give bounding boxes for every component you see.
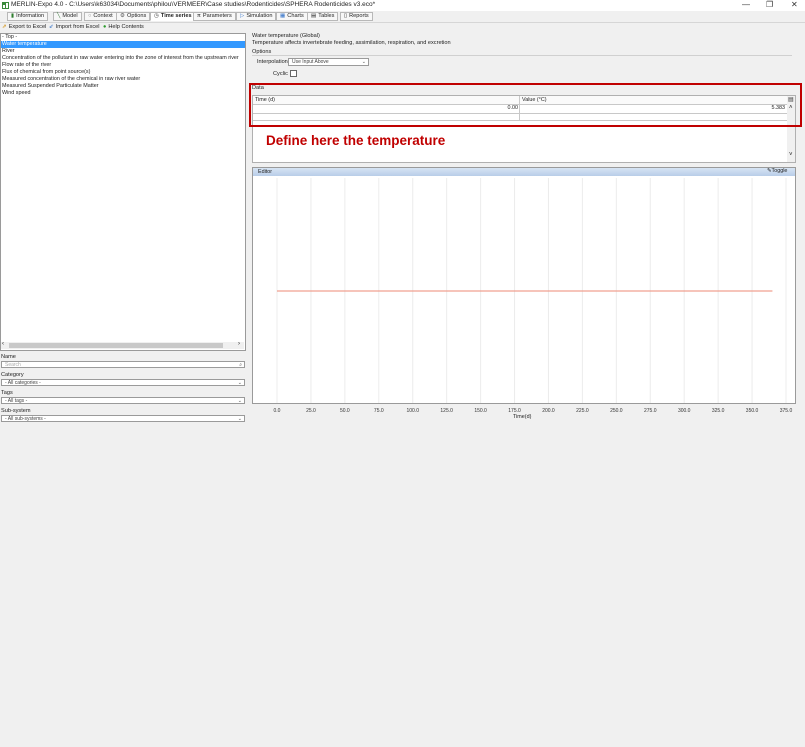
time-series-chart[interactable]: 0.0 25.0 50.0 75.0 100.0 125.0 150.0 175.0 200.0…	[0, 0, 805, 747]
x-tick-label: 0.0	[274, 408, 281, 414]
x-tick-label: 325.0	[712, 408, 725, 414]
x-tick-label: 250.0	[610, 408, 623, 414]
x-tick-label: 125.0	[440, 408, 453, 414]
x-tick-label: 75.0	[374, 408, 384, 414]
x-tick-label: 150.0	[474, 408, 487, 414]
x-tick-label: 300.0	[678, 408, 691, 414]
x-tick-label: 50.0	[340, 408, 350, 414]
x-tick-label: 350.0	[746, 408, 759, 414]
x-tick-label: 25.0	[306, 408, 316, 414]
x-tick-label: 275.0	[644, 408, 657, 414]
x-axis-label: Time(d)	[513, 414, 532, 420]
x-tick-label: 225.0	[576, 408, 589, 414]
x-tick-label: 200.0	[542, 408, 555, 414]
x-tick-label: 100.0	[406, 408, 419, 414]
x-tick-label: 375.0	[780, 408, 793, 414]
